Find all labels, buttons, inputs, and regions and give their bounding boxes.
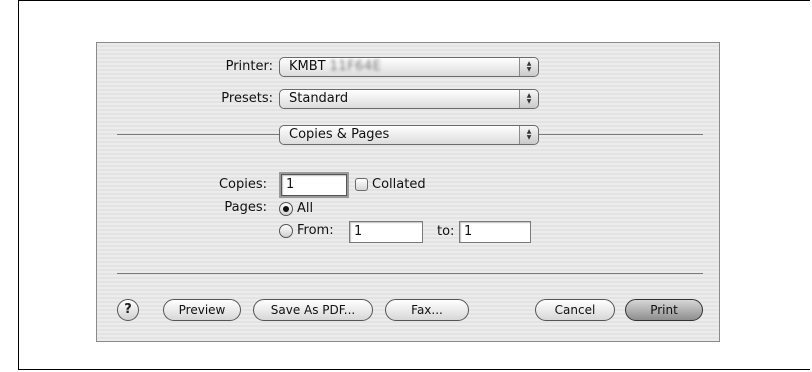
pages-from-input[interactable]: 1 [349, 221, 423, 243]
pages-from-radio[interactable] [279, 224, 293, 238]
save-as-pdf-button[interactable]: Save As PDF... [253, 299, 373, 321]
updown-arrows-icon: ▲ ▼ [519, 126, 538, 144]
separator-left [117, 134, 279, 135]
print-dialog: Printer: KMBT 11F64E ▲ ▼ Presets: Standard… [96, 42, 720, 342]
printer-name: KMBT [289, 59, 326, 74]
collated-label: Collated [372, 177, 426, 192]
panel-value: Copies & Pages [289, 127, 390, 142]
presets-popup[interactable]: Standard ▲ ▼ [279, 89, 539, 109]
pages-label: Pages: [224, 200, 267, 215]
copies-label: Copies: [218, 177, 267, 192]
pages-from-label: From: [297, 223, 334, 238]
printer-popup[interactable]: KMBT 11F64E ▲ ▼ [279, 57, 539, 77]
fax-button[interactable]: Fax... [385, 299, 469, 321]
pages-all-label: All [297, 201, 314, 216]
pages-all-radio[interactable] [279, 202, 293, 216]
collated-checkbox[interactable] [355, 178, 368, 191]
updown-arrows-icon: ▲ ▼ [519, 58, 538, 76]
copies-input[interactable]: 1 [279, 172, 349, 198]
pages-to-label: to: [437, 224, 455, 239]
printer-name-obscured: 11F64E [329, 59, 382, 74]
print-button[interactable]: Print [625, 299, 703, 321]
preview-button[interactable]: Preview [163, 299, 241, 321]
separator-right [539, 134, 703, 135]
printer-label: Printer: [225, 59, 273, 74]
help-button[interactable]: ? [117, 299, 139, 321]
presets-value: Standard [289, 91, 349, 106]
updown-arrows-icon: ▲ ▼ [519, 90, 538, 108]
cancel-button[interactable]: Cancel [535, 299, 615, 321]
separator-bottom [117, 273, 703, 274]
panel-popup[interactable]: Copies & Pages ▲ ▼ [279, 125, 539, 145]
presets-label: Presets: [221, 91, 273, 106]
pages-to-input[interactable]: 1 [459, 221, 531, 243]
